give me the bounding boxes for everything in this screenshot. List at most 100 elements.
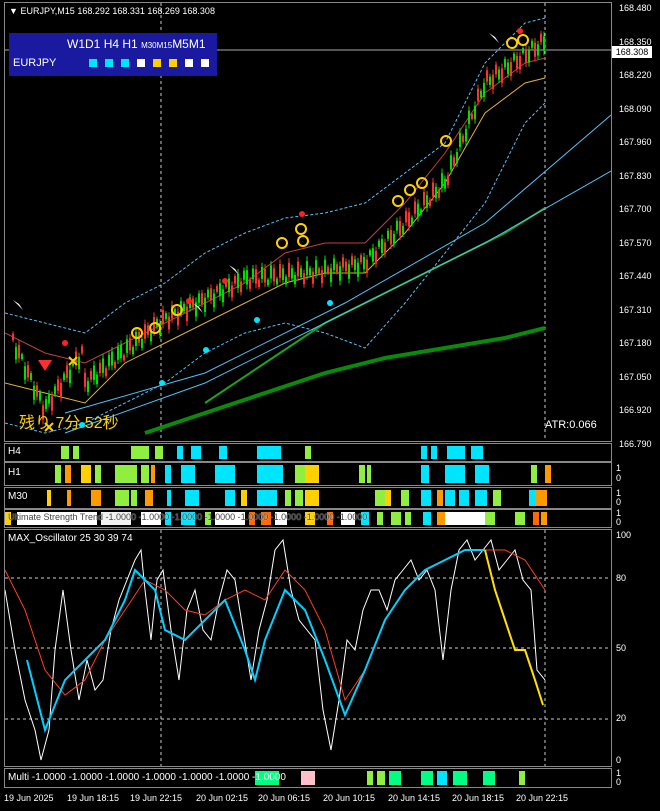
candle-body [231, 285, 233, 298]
h4-panel: H4 [4, 443, 612, 462]
candle-body [144, 324, 146, 339]
signal-stripe [437, 490, 443, 506]
candle-body [243, 270, 245, 280]
oscillator-scale-label: 0 [616, 755, 622, 765]
candle-body [465, 128, 467, 142]
tf-square [137, 59, 145, 67]
candle-body [33, 385, 35, 400]
candle-body [105, 368, 107, 377]
signal-stripe [47, 490, 51, 506]
candle-body [396, 220, 398, 231]
time-axis[interactable]: 19 Jun 2025 19 Jun 18:15 19 Jun 22:15 20 Ju… [0, 790, 660, 810]
candle-body [246, 270, 248, 285]
candle-body [63, 373, 65, 381]
signal-stripe [445, 512, 485, 525]
candle-body [495, 64, 497, 75]
candle-body [60, 382, 62, 397]
candle-body [78, 356, 80, 370]
candle-body [315, 260, 317, 274]
candle-body [240, 281, 242, 293]
signal-stripe [535, 490, 547, 506]
price-axis-label: 168.350 [619, 36, 652, 47]
candle-body [66, 365, 68, 379]
candle-body [330, 268, 332, 283]
signal-stripe [375, 490, 385, 506]
candle-body [198, 293, 200, 303]
timeframe-row: W1D1 H4 H1 M30M15M5M1 [67, 37, 206, 51]
candle-body [354, 259, 356, 271]
candle-body [96, 374, 98, 385]
candle-body [270, 265, 272, 279]
candle-body [249, 279, 251, 289]
signal-stripe [301, 771, 315, 785]
signal-stripe [483, 771, 495, 785]
signal-stripe [431, 446, 437, 459]
oscillator-scale-label: 20 [616, 713, 627, 723]
candle-body [345, 261, 347, 272]
signal-stripe [437, 771, 447, 785]
multi-panel: Multi -1.0000 -1.0000 -1.0000 -1.0000 -1… [4, 768, 612, 788]
candle-body [525, 49, 527, 63]
signal-stripe [445, 490, 455, 506]
candle-body [312, 271, 314, 284]
candle-body [357, 262, 359, 277]
time-axis-label: 20 Jun 02:15 [196, 793, 249, 803]
signal-stripe [151, 465, 155, 483]
signal-stripe [67, 490, 71, 506]
time-axis-label: 20 Jun 10:15 [323, 793, 376, 803]
signal-stripe [241, 490, 247, 506]
price-axis[interactable]: 168.480 168.350 168.220 168.090 167.960 167.8… [612, 0, 660, 449]
price-axis-label: 167.700 [619, 204, 652, 214]
candle-body [348, 264, 350, 279]
price-axis-label: 168.220 [619, 70, 652, 80]
candle-body [372, 248, 374, 262]
price-axis-label: 167.960 [619, 137, 652, 147]
candle-body [438, 189, 440, 198]
timeframe-strength-box: W1D1 H4 H1 M30M15M5M1 EURJPY [9, 33, 217, 76]
candle-body [183, 303, 185, 311]
price-axis-label: 167.830 [619, 170, 652, 181]
candle-body [252, 268, 254, 280]
candle-body [165, 313, 167, 320]
candle-body [450, 155, 452, 170]
time-axis-label: 20 Jun 18:15 [452, 793, 505, 803]
oscillator-chart [5, 530, 611, 766]
multi-label: Multi -1.0000 -1.0000 -1.0000 -1.0000 -1… [8, 772, 286, 783]
candle-body [117, 347, 119, 360]
candle-body [366, 259, 368, 274]
signal-stripe [515, 512, 525, 525]
candle-body [531, 40, 533, 48]
candle-body [375, 250, 377, 264]
signal-stripe [61, 446, 69, 459]
candle-body [186, 306, 188, 322]
candle-body [294, 274, 296, 285]
oscillator-panel[interactable]: MAX_Oscillator 25 30 39 74 [4, 529, 612, 767]
signal-stripe [141, 465, 149, 483]
signal-stripe [493, 490, 501, 506]
signal-stripe [215, 465, 235, 483]
ultimate-label: Ultimate Strength Trend -1.0000 -1.0000 … [8, 512, 368, 522]
candle-body [297, 261, 299, 277]
candle-body [288, 262, 290, 278]
signal-stripe [421, 446, 427, 459]
signal-stripe [177, 446, 183, 459]
candle-body [510, 62, 512, 77]
tf-square [121, 59, 129, 67]
price-axis-label: 167.180 [619, 338, 652, 348]
tf-w1: W1 [67, 37, 85, 51]
signal-stripe [445, 465, 465, 483]
candle-body [318, 268, 320, 274]
candle-body [426, 195, 428, 208]
candle-body [543, 36, 545, 51]
price-axis-label: 167.440 [619, 271, 652, 281]
candle-body [168, 316, 170, 330]
candle-body [201, 293, 203, 304]
candle-body [444, 178, 446, 189]
tf-d1: D1 [85, 37, 101, 51]
candle-body [192, 298, 194, 308]
chart-menu-triangle-icon[interactable]: ▼ [9, 6, 18, 16]
candle-body [87, 381, 89, 393]
candle-body [120, 344, 122, 359]
tf-m30: M30 [141, 41, 157, 50]
current-price-tag: 168.308 [612, 46, 652, 58]
